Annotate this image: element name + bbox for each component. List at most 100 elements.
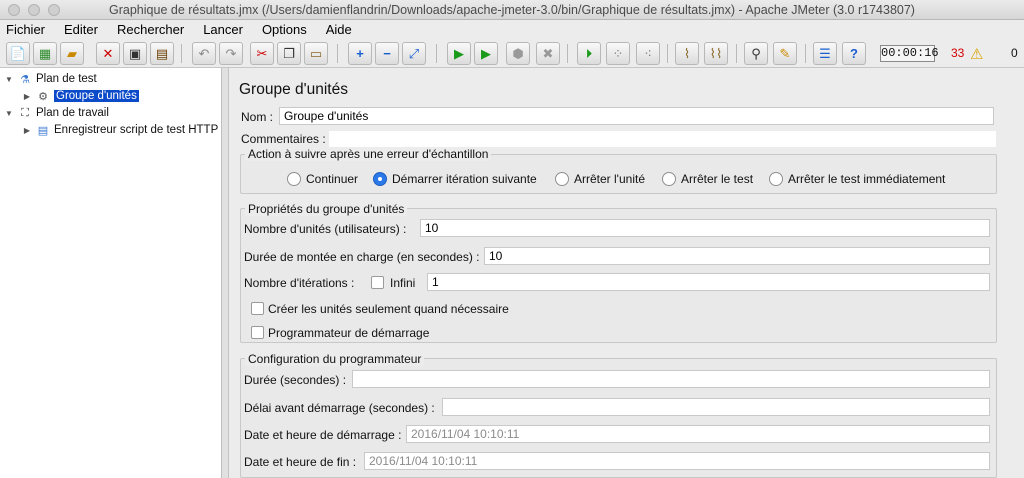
stop-button[interactable]: ⬢ [506, 42, 530, 65]
reset-search-button[interactable]: ✎ [773, 42, 797, 65]
thread-group-panel: Groupe d'unités Nom : Groupe d'unités Co… [230, 68, 1024, 478]
collapse-all-button[interactable]: − [375, 42, 399, 65]
workbench-icon: ⛶ [21, 106, 29, 119]
error-action-legend: Action à suivre après une erreur d'échan… [245, 147, 492, 161]
menu-options[interactable]: Options [262, 22, 307, 37]
remote-shutdown-button[interactable]: ⁖ [636, 42, 660, 65]
clear-all-button[interactable]: ⌇⌇ [704, 42, 728, 65]
toolbar-separator [436, 44, 437, 63]
reset-search-icon: ✎ [779, 45, 791, 61]
radio-demarrer-iteration[interactable] [373, 172, 387, 186]
expand-all-button[interactable]: + [348, 42, 372, 65]
help-button[interactable]: ? [842, 42, 866, 65]
start-button[interactable]: ▶ [447, 42, 471, 65]
radio-arreter-immediat-label[interactable]: Arrêter le test immédiatement [788, 172, 945, 186]
tree-node-label: Plan de test [36, 73, 97, 85]
open-folder-icon: ▰ [67, 45, 77, 61]
name-input[interactable]: Groupe d'unités [279, 107, 994, 125]
duration-label: Durée (secondes) : [244, 373, 347, 387]
warning-icon[interactable]: ⚠ [970, 45, 983, 63]
undo-icon: ↶ [198, 45, 210, 61]
toggle-icon: ⤢ [408, 45, 420, 61]
expanded-toggle-icon[interactable]: ▼ [4, 109, 14, 118]
menu-fichier[interactable]: Fichier [6, 22, 45, 37]
start-time-input[interactable]: 2016/11/04 10:10:11 [406, 425, 990, 443]
rampup-label: Durée de montée en charge (en secondes) … [244, 250, 480, 264]
toolbar: 📄 ▦ ▰ ✕ ▣ ▤ ↶ ↷ ✂ ❐ ▭ + − ⤢ ▶ ▶ ⬢ ✖ ⏵ ⁘ … [0, 39, 1024, 68]
toggle-button[interactable]: ⤢ [402, 42, 426, 65]
templates-icon: ▦ [38, 45, 52, 61]
tree-node-workbench[interactable]: ▼ ⛶ Plan de travail [4, 105, 109, 121]
name-label: Nom : [241, 110, 274, 124]
menu-lancer[interactable]: Lancer [203, 22, 243, 37]
clear-button[interactable]: ⌇ [675, 42, 699, 65]
scheduler-label[interactable]: Programmateur de démarrage [268, 326, 429, 340]
paste-button[interactable]: ▭ [304, 42, 328, 65]
elapsed-timer: 00:00:16 [880, 45, 939, 62]
redo-button[interactable]: ↷ [219, 42, 243, 65]
close-plan-button[interactable]: ✕ [96, 42, 120, 65]
expanded-toggle-icon[interactable]: ▼ [4, 75, 14, 84]
cut-button[interactable]: ✂ [250, 42, 274, 65]
menu-rechercher[interactable]: Rechercher [117, 22, 184, 37]
radio-demarrer-iteration-label[interactable]: Démarrer itération suivante [392, 172, 537, 186]
shutdown-icon: ✖ [542, 45, 554, 61]
rampup-input[interactable]: 10 [484, 247, 990, 265]
undo-button[interactable]: ↶ [192, 42, 216, 65]
save-image-button[interactable]: ▤ [150, 42, 174, 65]
radio-arreter-unite-label[interactable]: Arrêter l'unité [574, 172, 645, 186]
stop-icon: ⬢ [512, 45, 524, 61]
scheduler-checkbox[interactable] [251, 326, 264, 339]
start-no-pauses-button[interactable]: ▶ [474, 42, 498, 65]
error-count: 33 [951, 46, 965, 60]
menu-aide[interactable]: Aide [326, 22, 352, 37]
broom-icon: ⌇ [683, 45, 691, 61]
threads-label: Nombre d'unités (utilisateurs) : [244, 222, 407, 236]
play-icon: ▶ [454, 45, 464, 61]
start-time-label: Date et heure de démarrage : [244, 428, 402, 442]
window-title: Graphique de résultats.jmx (/Users/damie… [109, 3, 915, 17]
duration-input[interactable] [352, 370, 990, 388]
delay-label: Délai avant démarrage (secondes) : [244, 401, 435, 415]
copy-button[interactable]: ❐ [277, 42, 301, 65]
tree-node-label: Groupe d'unités [54, 90, 139, 102]
new-plan-button[interactable]: 📄 [6, 42, 30, 65]
save-image-icon: ▤ [155, 45, 169, 61]
remote-stop-button[interactable]: ⁘ [606, 42, 630, 65]
iterations-input[interactable]: 1 [427, 273, 990, 291]
radio-arreter-immediat[interactable] [769, 172, 783, 186]
end-time-label: Date et heure de fin : [244, 455, 357, 469]
radio-continuer-label[interactable]: Continuer [306, 172, 358, 186]
delay-create-checkbox[interactable] [251, 302, 264, 315]
collapsed-toggle-icon[interactable]: ▶ [22, 92, 32, 101]
search-button[interactable]: ⚲ [744, 42, 768, 65]
page-title: Groupe d'unités [239, 81, 348, 98]
tree-node-test-plan[interactable]: ▼ ⚗ Plan de test [4, 71, 97, 87]
end-time-input[interactable]: 2016/11/04 10:10:11 [364, 452, 990, 470]
open-button[interactable]: ▰ [60, 42, 84, 65]
iterations-label: Nombre d'itérations : [244, 276, 355, 290]
remote-start-button[interactable]: ⏵ [577, 42, 601, 65]
copy-icon: ❐ [283, 45, 295, 61]
radio-arreter-unite[interactable] [555, 172, 569, 186]
delay-input[interactable] [442, 398, 990, 416]
shutdown-button[interactable]: ✖ [536, 42, 560, 65]
function-helper-button[interactable]: ☰ [813, 42, 837, 65]
radio-arreter-test[interactable] [662, 172, 676, 186]
delay-create-label[interactable]: Créer les unités seulement quand nécessa… [268, 302, 509, 316]
infinite-checkbox[interactable] [371, 276, 384, 289]
collapsed-toggle-icon[interactable]: ▶ [22, 126, 32, 135]
recorder-icon: ▤ [37, 124, 49, 137]
radio-arreter-test-label[interactable]: Arrêter le test [681, 172, 753, 186]
templates-button[interactable]: ▦ [33, 42, 57, 65]
radio-continuer[interactable] [287, 172, 301, 186]
menu-bar: Fichier Editer Rechercher Lancer Options… [0, 20, 1024, 39]
menu-editer[interactable]: Editer [64, 22, 98, 37]
tree-node-http-recorder[interactable]: ▶ ▤ Enregistreur script de test HTTP [22, 122, 218, 138]
threads-input[interactable]: 10 [420, 219, 990, 237]
tree-node-thread-group[interactable]: ▶ ⚙ Groupe d'unités [22, 88, 139, 104]
comments-input[interactable] [328, 130, 997, 148]
save-button[interactable]: ▣ [123, 42, 147, 65]
split-pane-divider[interactable] [222, 68, 229, 478]
toolbar-separator [567, 44, 568, 63]
